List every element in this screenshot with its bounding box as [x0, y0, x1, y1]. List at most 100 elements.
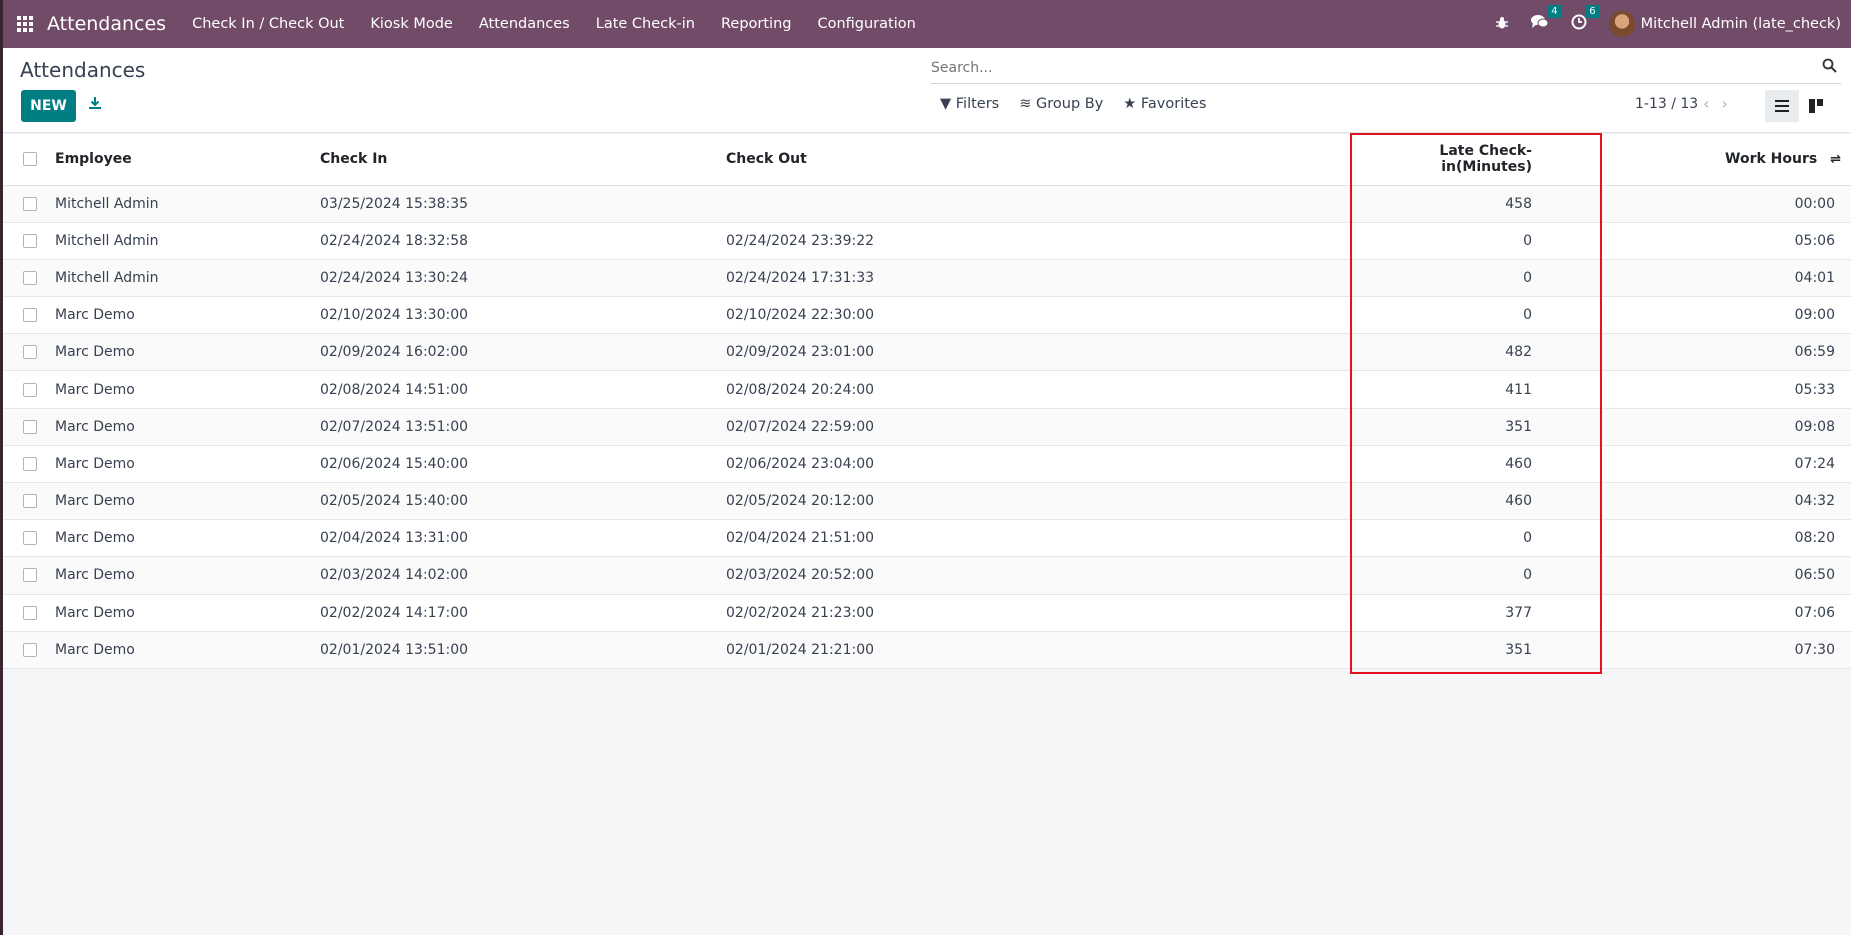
column-late-check-in[interactable]: Late Check-in(Minutes) [1356, 134, 1532, 186]
cell-check-in: 02/24/2024 13:30:24 [320, 259, 726, 298]
cell-check-out: 02/24/2024 23:39:22 [726, 222, 1356, 260]
row-checkbox-cell [3, 296, 55, 335]
cell-employee: Mitchell Admin [55, 259, 320, 298]
column-work-hours[interactable]: Work Hours [1725, 151, 1817, 167]
view-switcher [1765, 90, 1833, 122]
cell-employee: Marc Demo [55, 445, 320, 484]
menu-kiosk-mode[interactable]: Kiosk Mode [370, 16, 452, 32]
cell-employee: Marc Demo [55, 594, 320, 632]
filters-label: Filters [955, 96, 1000, 112]
messages-badge: 4 [1547, 5, 1562, 18]
column-work-hours-cell: Work Hours ⇌ [1532, 134, 1851, 186]
column-employee[interactable]: Employee [55, 134, 320, 186]
row-checkbox-cell [3, 185, 55, 223]
cell-check-in: 02/04/2024 13:31:00 [320, 519, 726, 558]
cell-work-hours: 07:24 [1532, 445, 1851, 484]
app-brand[interactable]: Attendances [47, 13, 166, 35]
select-all-checkbox[interactable] [23, 152, 37, 167]
apps-grid-icon[interactable] [17, 16, 33, 32]
table-row[interactable]: Marc Demo 02/09/2024 16:02:00 02/09/2024 2… [3, 333, 1851, 372]
cell-check-out [726, 185, 1356, 223]
row-checkbox-cell [3, 222, 55, 260]
row-checkbox[interactable] [23, 605, 37, 620]
kanban-view-icon[interactable] [1799, 90, 1833, 122]
layers-icon: ≋ [1019, 96, 1032, 112]
activities-clock-icon[interactable]: 6 [1571, 5, 1600, 34]
pager-value[interactable]: 1-13 / 13 [1635, 96, 1698, 112]
table-row[interactable]: Marc Demo 02/02/2024 14:17:00 02/02/2024 2… [3, 594, 1851, 632]
cell-check-in: 02/08/2024 14:51:00 [320, 370, 726, 409]
row-checkbox[interactable] [23, 382, 37, 397]
table-row[interactable]: Marc Demo 02/08/2024 14:51:00 02/08/2024 2… [3, 370, 1851, 409]
table-row[interactable]: Marc Demo 02/01/2024 13:51:00 02/01/2024 2… [3, 631, 1851, 669]
cell-check-out: 02/24/2024 17:31:33 [726, 259, 1356, 298]
row-checkbox[interactable] [23, 345, 37, 360]
menu-attendances[interactable]: Attendances [479, 16, 570, 32]
table-row[interactable]: Marc Demo 02/03/2024 14:02:00 02/03/2024 2… [3, 556, 1851, 595]
list-view-icon[interactable] [1765, 90, 1799, 122]
cell-check-out: 02/08/2024 20:24:00 [726, 370, 1356, 409]
row-checkbox[interactable] [23, 531, 37, 546]
table-row[interactable]: Marc Demo 02/07/2024 13:51:00 02/07/2024 2… [3, 408, 1851, 446]
menu-check-in-out[interactable]: Check In / Check Out [192, 16, 344, 32]
cell-check-out: 02/04/2024 21:51:00 [726, 519, 1356, 558]
cell-check-in: 02/09/2024 16:02:00 [320, 333, 726, 372]
messages-icon[interactable]: 4 [1530, 5, 1562, 34]
table-row[interactable]: Mitchell Admin 03/25/2024 15:38:35 458 00:0… [3, 185, 1851, 223]
cell-employee: Marc Demo [55, 631, 320, 669]
cell-late-check-in: 0 [1356, 222, 1532, 260]
user-menu[interactable]: Mitchell Admin (late_check) [1641, 16, 1841, 32]
bug-icon[interactable] [1495, 15, 1509, 34]
top-navbar: Attendances Check In / Check Out Kiosk M… [3, 0, 1851, 48]
cell-employee: Marc Demo [55, 482, 320, 521]
optional-columns-icon[interactable]: ⇌ [1830, 152, 1841, 167]
menu-late-check-in[interactable]: Late Check-in [596, 16, 695, 32]
cell-check-in: 02/01/2024 13:51:00 [320, 631, 726, 669]
cell-check-out: 02/05/2024 20:12:00 [726, 482, 1356, 521]
table-row[interactable]: Mitchell Admin 02/24/2024 13:30:24 02/24/2… [3, 259, 1851, 298]
favorites-toggle[interactable]: ★ Favorites [1123, 96, 1206, 112]
search-input[interactable] [931, 54, 1811, 82]
group-by-toggle[interactable]: ≋ Group By [1019, 96, 1103, 112]
download-icon[interactable] [88, 96, 102, 114]
menu-configuration[interactable]: Configuration [817, 16, 915, 32]
cell-late-check-in: 377 [1356, 594, 1532, 632]
cell-late-check-in: 411 [1356, 370, 1532, 409]
filter-icon: ▼ [940, 96, 952, 112]
row-checkbox[interactable] [23, 642, 37, 657]
cell-check-in: 02/06/2024 15:40:00 [320, 445, 726, 484]
row-checkbox[interactable] [23, 419, 37, 434]
cell-employee: Marc Demo [55, 370, 320, 409]
table-row[interactable]: Mitchell Admin 02/24/2024 18:32:58 02/24/2… [3, 222, 1851, 260]
cell-late-check-in: 458 [1356, 185, 1532, 223]
table-row[interactable]: Marc Demo 02/10/2024 13:30:00 02/10/2024 2… [3, 296, 1851, 335]
row-checkbox[interactable] [23, 233, 37, 248]
cell-employee: Marc Demo [55, 519, 320, 558]
column-check-out[interactable]: Check Out [726, 134, 1356, 186]
column-check-in[interactable]: Check In [320, 134, 726, 186]
search-icon[interactable] [1822, 58, 1837, 77]
row-checkbox-cell [3, 631, 55, 669]
row-checkbox[interactable] [23, 494, 37, 509]
cell-check-in: 02/24/2024 18:32:58 [320, 222, 726, 260]
filters-toggle[interactable]: ▼ Filters [940, 96, 999, 112]
row-checkbox[interactable] [23, 196, 37, 211]
table-row[interactable]: Marc Demo 02/04/2024 13:31:00 02/04/2024 2… [3, 519, 1851, 558]
menu-reporting[interactable]: Reporting [721, 16, 792, 32]
table-row[interactable]: Marc Demo 02/05/2024 15:40:00 02/05/2024 2… [3, 482, 1851, 521]
cell-check-out: 02/10/2024 22:30:00 [726, 296, 1356, 335]
new-button[interactable]: NEW [21, 90, 76, 122]
attendance-list: Employee Check In Check Out Late Check-i… [3, 134, 1851, 669]
chevron-left-icon[interactable]: ‹ [1703, 94, 1721, 113]
row-checkbox[interactable] [23, 456, 37, 471]
table-row[interactable]: Marc Demo 02/06/2024 15:40:00 02/06/2024 2… [3, 445, 1851, 484]
row-checkbox[interactable] [23, 568, 37, 583]
cell-late-check-in: 460 [1356, 445, 1532, 484]
row-checkbox-cell [3, 594, 55, 632]
cell-check-out: 02/02/2024 21:23:00 [726, 594, 1356, 632]
row-checkbox[interactable] [23, 270, 37, 285]
avatar[interactable] [1608, 11, 1635, 37]
row-checkbox[interactable] [23, 308, 37, 323]
attendance-table: Employee Check In Check Out Late Check-i… [3, 134, 1851, 669]
chevron-right-icon[interactable]: › [1721, 94, 1739, 113]
